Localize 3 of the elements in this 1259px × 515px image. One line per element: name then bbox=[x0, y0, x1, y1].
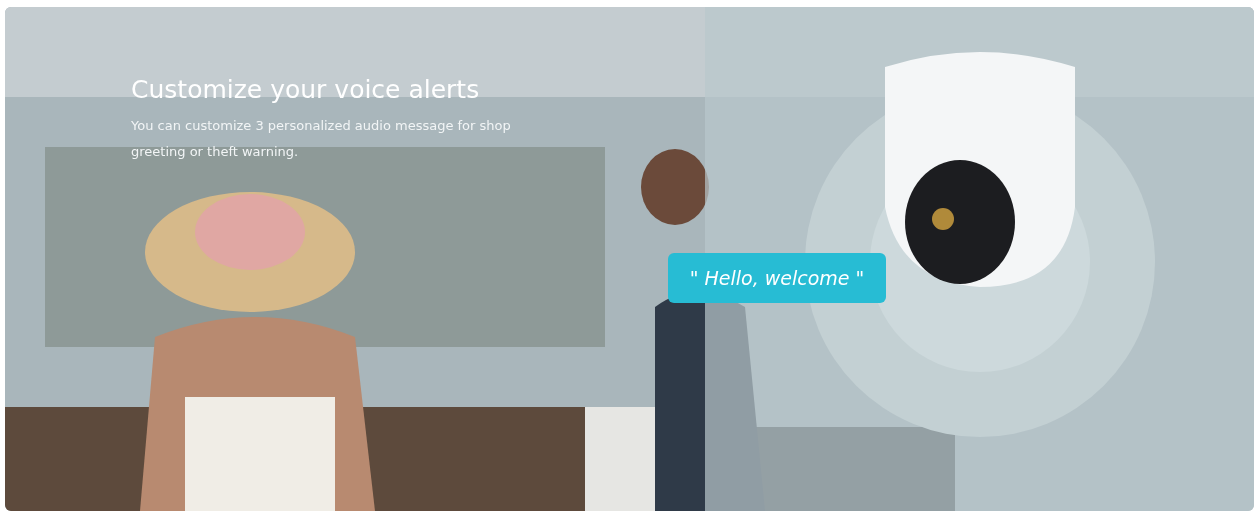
heading: Customize your voice alerts bbox=[131, 74, 481, 106]
speech-bubble: " Hello, welcome " bbox=[668, 253, 886, 303]
description: You can customize 3 personalized audio message for shop greeting or theft warning. bbox=[131, 117, 512, 161]
